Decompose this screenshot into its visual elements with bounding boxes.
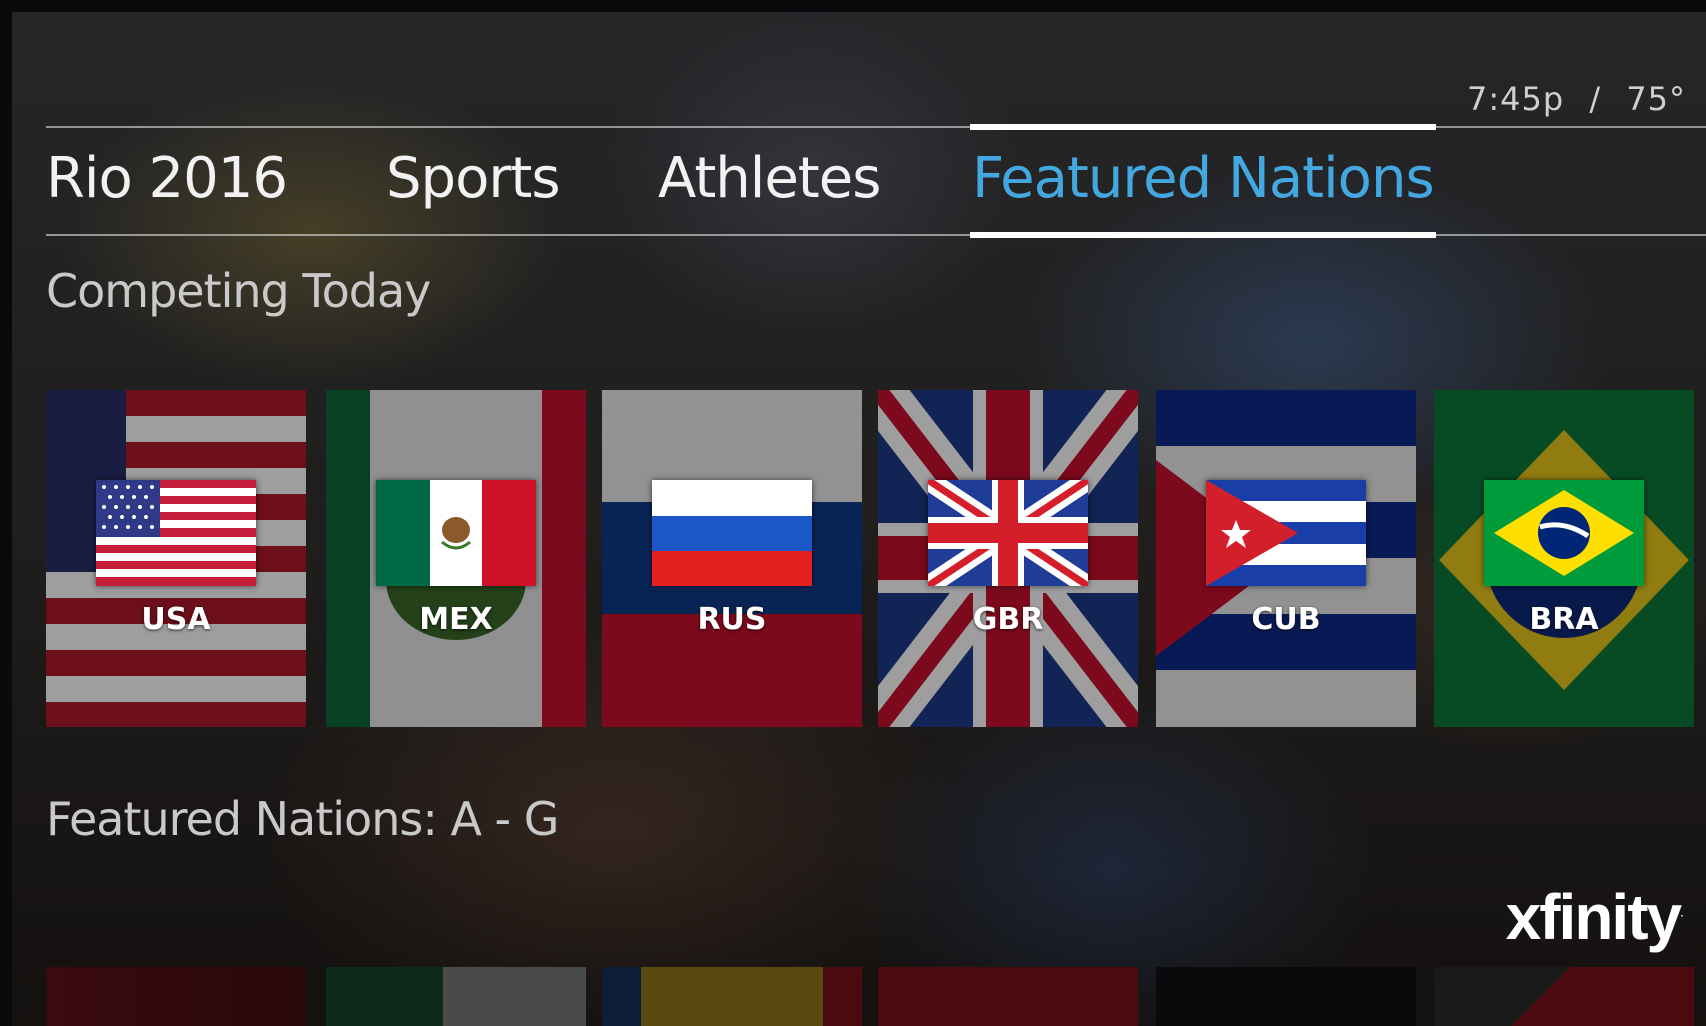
tab-sports[interactable]: Sports <box>386 128 561 234</box>
nation-tile-mex[interactable]: MEX <box>326 390 586 727</box>
featured-nation-tile[interactable] <box>326 967 586 1026</box>
mexico-flag-icon <box>376 480 536 586</box>
featured-nation-tile[interactable] <box>1156 967 1416 1026</box>
main-nav: Rio 2016 Sports Athletes Featured Nation… <box>46 124 1706 238</box>
featured-nation-tile[interactable] <box>602 967 862 1026</box>
cuba-flag-icon <box>1206 480 1366 586</box>
featured-nation-tile[interactable] <box>878 967 1138 1026</box>
featured-nations-row <box>46 967 1706 1026</box>
tab-featured-nations[interactable]: Featured Nations <box>970 124 1436 238</box>
weather-temperature: 75° <box>1626 80 1686 118</box>
usa-flag-icon <box>96 480 256 586</box>
xfinity-logo: xfinity. <box>1505 881 1684 953</box>
tv-screen: 7:45p / 75° Rio 2016 Sports Athletes Fea… <box>12 12 1706 1026</box>
status-bar: 7:45p / 75° <box>1467 80 1686 118</box>
nation-code: USA <box>141 602 211 637</box>
uk-flag-icon <box>928 480 1088 586</box>
nation-tiles-row: USA MEX RUS GBR CUB BRA <box>46 390 1706 727</box>
nation-tile-bra[interactable]: BRA <box>1434 390 1694 727</box>
nation-tile-usa[interactable]: USA <box>46 390 306 727</box>
tab-rio-2016[interactable]: Rio 2016 <box>46 128 288 234</box>
nation-tile-cub[interactable]: CUB <box>1156 390 1416 727</box>
featured-nation-tile[interactable] <box>46 967 306 1026</box>
russia-flag-icon <box>652 480 812 586</box>
clock: 7:45p <box>1466 80 1565 118</box>
status-separator: / <box>1589 80 1602 118</box>
nation-code: CUB <box>1251 602 1321 637</box>
nation-code: BRA <box>1529 602 1599 637</box>
tab-athletes[interactable]: Athletes <box>658 128 881 234</box>
nation-code: GBR <box>972 602 1044 637</box>
section-title-featured-nations: Featured Nations: A - G <box>46 792 559 846</box>
brazil-flag-icon <box>1484 480 1644 586</box>
nation-code: RUS <box>697 602 767 637</box>
section-title-competing-today: Competing Today <box>46 264 431 318</box>
nation-code: MEX <box>419 602 493 637</box>
nation-tile-rus[interactable]: RUS <box>602 390 862 727</box>
featured-nation-tile[interactable] <box>1434 967 1694 1026</box>
nation-tile-gbr[interactable]: GBR <box>878 390 1138 727</box>
